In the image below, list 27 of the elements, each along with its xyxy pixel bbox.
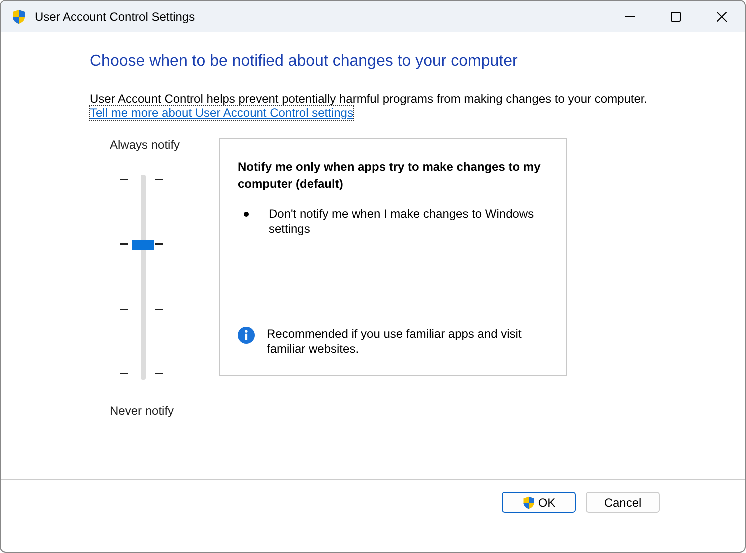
setting-title: Notify me only when apps try to make changes to my computer (default) — [238, 159, 542, 193]
tick-mark — [120, 308, 128, 310]
shield-icon — [11, 8, 27, 24]
tick-mark — [155, 372, 163, 374]
description: User Account Control helps prevent potentially harmful programs from making changes to your computer. — [90, 92, 649, 106]
close-icon — [717, 12, 727, 22]
tick-mark — [120, 372, 128, 374]
tick-mark — [120, 243, 128, 246]
tick-mark — [155, 243, 163, 246]
help-link[interactable]: Tell me more about User Account Control settings — [90, 106, 354, 120]
window-title: User Account Control Settings — [35, 10, 196, 24]
recommendation-note: Recommended if you use familiar apps and visit familiar websites. — [267, 327, 523, 357]
bullet-icon — [244, 212, 249, 217]
bullet-text: Don't notify me when I make changes to Windows settings — [269, 207, 536, 237]
cancel-button[interactable]: Cancel — [586, 492, 660, 513]
slider-track[interactable] — [141, 175, 146, 380]
tick-mark — [155, 308, 163, 310]
info-icon — [238, 327, 255, 344]
shield-icon — [522, 496, 536, 510]
maximize-icon — [671, 12, 681, 22]
tick-mark — [155, 179, 163, 180]
heading: Choose when to be notified about changes to your computer — [90, 53, 519, 71]
slider-thumb[interactable] — [132, 240, 154, 250]
tick-mark — [120, 179, 128, 180]
slider-top-label: Always notify — [110, 138, 182, 152]
ok-button[interactable]: OK — [502, 492, 576, 513]
slider-bottom-label: Never notify — [110, 404, 176, 418]
